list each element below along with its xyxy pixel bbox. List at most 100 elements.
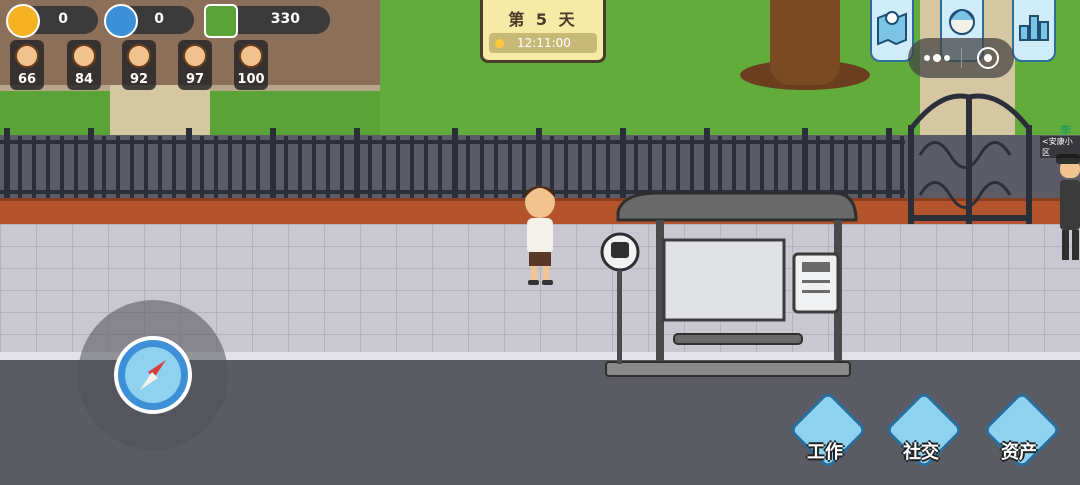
day-board: 第 5 天 12:11:00 bbox=[480, 0, 606, 63]
ranking-icon bbox=[1019, 15, 1049, 41]
fence-bar bbox=[214, 136, 218, 198]
mini-program-capsule bbox=[908, 38, 1014, 78]
sun-icon bbox=[495, 39, 504, 48]
map-icon bbox=[877, 11, 907, 46]
stat-value-1: 66 bbox=[17, 72, 37, 87]
fence-bar bbox=[200, 136, 204, 198]
fence-bar bbox=[858, 136, 862, 198]
fence-bar bbox=[774, 136, 778, 198]
joystick-knob[interactable] bbox=[114, 336, 192, 414]
character-face-icon bbox=[72, 44, 96, 68]
fence-bar bbox=[4, 128, 10, 200]
fence-bar bbox=[494, 136, 498, 198]
fence-bar bbox=[886, 128, 892, 200]
fence-bar bbox=[788, 136, 792, 198]
fence-bar bbox=[872, 136, 876, 198]
social-button[interactable]: 社交 bbox=[884, 390, 964, 470]
stat-slot-5[interactable]: 100 bbox=[234, 40, 268, 90]
fence-bar bbox=[382, 136, 386, 198]
fence-bar bbox=[298, 136, 302, 198]
fence-bar bbox=[242, 136, 246, 198]
npc-location: <安康小区 bbox=[1040, 136, 1080, 158]
fence-bar bbox=[116, 136, 120, 198]
user-icon bbox=[104, 4, 138, 38]
fence-bar bbox=[480, 136, 484, 198]
fence-bar bbox=[592, 136, 596, 198]
player-character[interactable] bbox=[515, 180, 565, 290]
fence-bar bbox=[326, 136, 330, 198]
fence-bar bbox=[662, 136, 666, 198]
fence-bar bbox=[60, 136, 64, 198]
user-value: 0 bbox=[154, 11, 164, 27]
fence-bar bbox=[452, 128, 458, 200]
fence-bar bbox=[438, 136, 442, 198]
fence-bar bbox=[410, 136, 414, 198]
fence-bar bbox=[46, 136, 50, 198]
fence-bar bbox=[816, 136, 820, 198]
character-face-icon bbox=[127, 44, 151, 68]
character-face-icon bbox=[183, 44, 207, 68]
cash-value: 330 bbox=[270, 11, 300, 27]
fence-bar bbox=[172, 136, 176, 198]
capsule-divider bbox=[961, 48, 962, 68]
stat-value-4: 97 bbox=[185, 72, 205, 87]
bus-stop[interactable] bbox=[598, 190, 860, 382]
more-icon[interactable] bbox=[922, 50, 952, 66]
stat-value-2: 84 bbox=[74, 72, 94, 87]
fence-bar bbox=[144, 136, 148, 198]
fence-bar bbox=[424, 136, 428, 198]
fence-bar bbox=[186, 128, 192, 200]
stat-slot-4[interactable]: 97 bbox=[178, 40, 212, 90]
fence-bar bbox=[578, 136, 582, 198]
coin-icon bbox=[6, 4, 40, 38]
day-label: 第 5 天 bbox=[508, 10, 578, 29]
fence-bar bbox=[256, 136, 260, 198]
fence-bar bbox=[74, 136, 78, 198]
fence-bar bbox=[158, 136, 162, 198]
fence-bar bbox=[760, 136, 764, 198]
social-label: 社交 bbox=[903, 442, 939, 463]
fence-bar bbox=[228, 136, 232, 198]
fence-bar bbox=[844, 136, 848, 198]
fence-bar bbox=[354, 128, 360, 200]
tree-trunk bbox=[770, 0, 840, 85]
user-counter[interactable]: 0 bbox=[104, 4, 194, 38]
fence-bar bbox=[466, 136, 470, 198]
fence-bar bbox=[270, 128, 276, 200]
work-button[interactable]: 工作 bbox=[788, 390, 868, 470]
fence-bar bbox=[88, 128, 94, 200]
stat-slot-3[interactable]: 92 bbox=[122, 40, 156, 90]
fence-bar bbox=[508, 136, 512, 198]
clock-time: 12:11:00 bbox=[517, 36, 571, 50]
character-face-icon bbox=[239, 44, 263, 68]
assets-button[interactable]: 资产 bbox=[982, 390, 1062, 470]
fence-bar bbox=[634, 136, 638, 198]
fence-bar bbox=[32, 136, 36, 198]
fence-bar bbox=[690, 136, 694, 198]
money-icon bbox=[204, 4, 238, 38]
stat-slot-2[interactable]: 84 bbox=[67, 40, 101, 90]
stat-value-5: 100 bbox=[237, 72, 265, 87]
cash-counter[interactable]: 330 bbox=[204, 4, 330, 38]
stat-value-3: 92 bbox=[129, 72, 149, 87]
coin-value: 0 bbox=[58, 11, 68, 27]
stat-slot-1[interactable]: 66 bbox=[10, 40, 44, 90]
close-icon[interactable] bbox=[976, 46, 1000, 70]
map-button[interactable] bbox=[870, 0, 914, 62]
clock: 12:11:00 bbox=[489, 33, 597, 53]
ranking-button[interactable] bbox=[1012, 0, 1056, 62]
fence-bar bbox=[396, 136, 400, 198]
fence-bar bbox=[284, 136, 288, 198]
compass-icon bbox=[125, 347, 181, 403]
fence-bar bbox=[718, 136, 722, 198]
guard-npc[interactable] bbox=[1056, 150, 1080, 266]
fence-bar bbox=[18, 136, 22, 198]
fence-bar bbox=[102, 136, 106, 198]
fence-bar bbox=[746, 136, 750, 198]
iron-gate bbox=[908, 93, 1032, 225]
coin-counter[interactable]: 0 bbox=[6, 4, 98, 38]
fence-bar bbox=[130, 136, 134, 198]
fence-bar bbox=[368, 136, 372, 198]
fence-bar bbox=[340, 136, 344, 198]
fence-bar bbox=[606, 136, 610, 198]
